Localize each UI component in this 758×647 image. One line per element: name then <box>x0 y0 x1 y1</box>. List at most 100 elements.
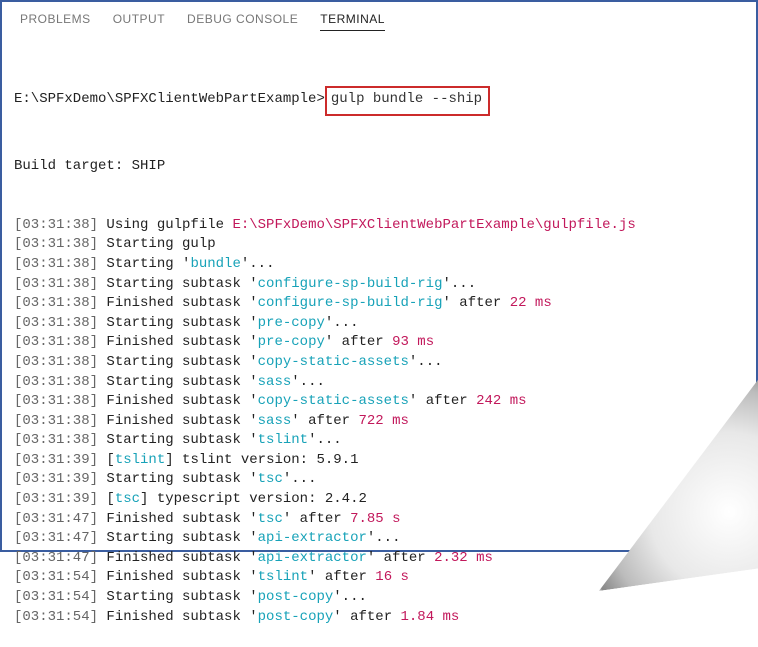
tab-terminal[interactable]: TERMINAL <box>320 12 385 31</box>
log-segment: ' after <box>291 413 358 429</box>
log-line: [03:31:39] [tsc] typescript version: 2.4… <box>14 490 744 510</box>
log-segment: '... <box>443 276 477 292</box>
tab-output[interactable]: OUTPUT <box>113 12 165 31</box>
log-timestamp: [03:31:54] <box>14 569 98 585</box>
log-line: [03:31:47] Starting subtask 'api-extract… <box>14 529 744 549</box>
log-segment: '... <box>409 354 443 370</box>
log-line: [03:31:39] [tslint] tslint version: 5.9.… <box>14 451 744 471</box>
log-segment: Finished subtask ' <box>106 393 257 409</box>
log-line: [03:31:38] Finished subtask 'sass' after… <box>14 412 744 432</box>
log-segment: Finished subtask ' <box>106 334 257 350</box>
log-segment: 1.84 ms <box>401 609 460 625</box>
log-segment: tsc <box>258 511 283 527</box>
log-line: [03:31:38] Finished subtask 'copy-static… <box>14 392 744 412</box>
log-timestamp: [03:31:39] <box>14 491 98 507</box>
log-segment: ' after <box>443 295 510 311</box>
log-segment: ' after <box>308 569 375 585</box>
log-timestamp: [03:31:38] <box>14 374 98 390</box>
log-line: [03:31:38] Starting subtask 'sass'... <box>14 373 744 393</box>
log-segment: Finished subtask ' <box>106 295 257 311</box>
log-segment: '... <box>308 432 342 448</box>
panel-tab-bar: PROBLEMS OUTPUT DEBUG CONSOLE TERMINAL <box>2 2 756 39</box>
build-target-line: Build target: SHIP <box>14 157 744 177</box>
log-segment: 2.32 ms <box>434 550 493 566</box>
log-segment: Starting subtask ' <box>106 315 257 331</box>
log-segment: '... <box>367 530 401 546</box>
log-timestamp: [03:31:38] <box>14 334 98 350</box>
log-line: [03:31:38] Starting 'bundle'... <box>14 255 744 275</box>
log-segment: Finished subtask ' <box>106 550 257 566</box>
log-segment: Starting subtask ' <box>106 432 257 448</box>
terminal-output[interactable]: E:\SPFxDemo\SPFXClientWebPartExample>gul… <box>2 39 756 647</box>
log-timestamp: [03:31:38] <box>14 413 98 429</box>
log-timestamp: [03:31:38] <box>14 354 98 370</box>
log-segment: ] typescript version: 2.4.2 <box>140 491 367 507</box>
log-segment: '... <box>325 315 359 331</box>
log-segment: sass <box>258 374 292 390</box>
prompt-path: E:\SPFxDemo\SPFXClientWebPartExample> <box>14 91 325 107</box>
log-segment: ' after <box>409 393 476 409</box>
log-segment: 93 ms <box>392 334 434 350</box>
log-segment: api-extractor <box>258 550 367 566</box>
log-line: [03:31:54] Finished subtask 'post-copy' … <box>14 608 744 628</box>
log-timestamp: [03:31:47] <box>14 511 98 527</box>
log-timestamp: [03:31:38] <box>14 432 98 448</box>
log-line: [03:31:38] Finished subtask 'configure-s… <box>14 294 744 314</box>
log-segment: Using gulpfile <box>106 217 232 233</box>
log-segment: post-copy <box>258 609 334 625</box>
log-segment: sass <box>258 413 292 429</box>
log-segment: Finished subtask ' <box>106 569 257 585</box>
log-segment: E:\SPFxDemo\SPFXClientWebPartExample\gul… <box>232 217 635 233</box>
log-timestamp: [03:31:54] <box>14 609 98 625</box>
log-segment: pre-copy <box>258 334 325 350</box>
log-segment: Starting subtask ' <box>106 354 257 370</box>
log-line: [03:31:38] Starting subtask 'configure-s… <box>14 275 744 295</box>
log-segment: copy-static-assets <box>258 393 409 409</box>
log-line: [03:31:38] Starting subtask 'pre-copy'..… <box>14 314 744 334</box>
tab-problems[interactable]: PROBLEMS <box>20 12 91 31</box>
log-line: [03:31:54] Starting subtask 'post-copy'.… <box>14 588 744 608</box>
log-line: [03:31:39] Starting subtask 'tsc'... <box>14 470 744 490</box>
log-segment: '... <box>333 589 367 605</box>
log-line: [03:31:47] Finished subtask 'tsc' after … <box>14 510 744 530</box>
log-timestamp: [03:31:38] <box>14 315 98 331</box>
log-line: [03:31:38] Starting gulp <box>14 235 744 255</box>
log-segment: tsc <box>258 471 283 487</box>
log-segment: Finished subtask ' <box>106 511 257 527</box>
log-line: [03:31:38] Starting subtask 'copy-static… <box>14 353 744 373</box>
log-segment: Starting subtask ' <box>106 374 257 390</box>
log-segment: 7.85 s <box>350 511 400 527</box>
log-timestamp: [03:31:47] <box>14 530 98 546</box>
log-timestamp: [03:31:38] <box>14 236 98 252</box>
log-segment: ' after <box>325 334 392 350</box>
log-timestamp: [03:31:38] <box>14 256 98 272</box>
tab-debug-console[interactable]: DEBUG CONSOLE <box>187 12 298 31</box>
log-segment: copy-static-assets <box>258 354 409 370</box>
log-segment: '... <box>241 256 275 272</box>
log-segment: tslint <box>258 569 308 585</box>
log-segment: Starting gulp <box>106 236 215 252</box>
log-segment: 22 ms <box>510 295 552 311</box>
terminal-prompt-line: E:\SPFxDemo\SPFXClientWebPartExample>gul… <box>14 86 744 116</box>
log-line: [03:31:38] Starting subtask 'tslint'... <box>14 431 744 451</box>
log-segment: Starting subtask ' <box>106 530 257 546</box>
log-segment: bundle <box>190 256 240 272</box>
log-segment: [ <box>106 491 114 507</box>
log-segment: Starting subtask ' <box>106 589 257 605</box>
log-segment: pre-copy <box>258 315 325 331</box>
log-timestamp: [03:31:38] <box>14 276 98 292</box>
log-segment: ' after <box>333 609 400 625</box>
log-segment: '... <box>283 471 317 487</box>
log-segment: Starting subtask ' <box>106 471 257 487</box>
log-timestamp: [03:31:38] <box>14 217 98 233</box>
log-segment: Starting subtask ' <box>106 276 257 292</box>
log-line: [03:31:54] Finished subtask 'tslint' aft… <box>14 568 744 588</box>
log-timestamp: [03:31:39] <box>14 471 98 487</box>
command-highlight: gulp bundle --ship <box>325 86 490 116</box>
log-segment: post-copy <box>258 589 334 605</box>
log-timestamp: [03:31:47] <box>14 550 98 566</box>
log-segment: Starting ' <box>106 256 190 272</box>
log-segment: configure-sp-build-rig <box>258 276 443 292</box>
log-segment: ] tslint version: 5.9.1 <box>165 452 358 468</box>
log-line: [03:31:38] Using gulpfile E:\SPFxDemo\SP… <box>14 216 744 236</box>
